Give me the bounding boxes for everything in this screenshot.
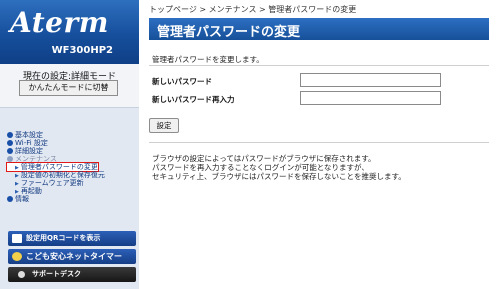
menu-label: 設定値の初期化と保存復元 bbox=[20, 171, 105, 179]
note-line: ブラウザの設定によってはパスワードがブラウザに保存されます。 bbox=[152, 154, 376, 163]
sidebar-menu: 基本設定 Wi-Fi 設定 詳細設定 メンテナンス ▶ 管理者パスワードの変更 ▶… bbox=[6, 131, 137, 203]
support-icon bbox=[18, 271, 25, 278]
support-desk-button-label: サポートデスク bbox=[32, 270, 81, 278]
menu-label: Wi-Fi 設定 bbox=[15, 139, 48, 147]
menu-item-wifi-settings[interactable]: Wi-Fi 設定 bbox=[7, 139, 137, 147]
menu-item-firmware-update[interactable]: ▶ ファームウェア更新 bbox=[7, 179, 137, 187]
menu-item-basic-settings[interactable]: 基本設定 bbox=[7, 131, 137, 139]
notes: ブラウザの設定によってはパスワードがブラウザに保存されます。 パスワードを再入力… bbox=[152, 154, 406, 181]
note-line: セキュリティ上、ブラウザにはパスワードを保存しないことを推奨します。 bbox=[152, 172, 406, 181]
breadcrumb: トップページ > メンテナンス > 管理者パスワードの変更 bbox=[149, 5, 357, 14]
set-button[interactable]: 設定 bbox=[149, 118, 179, 133]
divider bbox=[149, 65, 489, 66]
bullet-icon bbox=[7, 132, 13, 138]
brand-header: Aterm WF300HP2 bbox=[0, 0, 139, 64]
menu-label: 基本設定 bbox=[15, 131, 43, 139]
menu-item-admin-password[interactable]: ▶ 管理者パスワードの変更 bbox=[6, 162, 99, 172]
bullet-icon bbox=[7, 156, 13, 162]
bullet-icon bbox=[7, 148, 13, 154]
title-bar: 管理者パスワードの変更 bbox=[149, 18, 489, 40]
new-password-label: 新しいパスワード bbox=[152, 77, 212, 86]
menu-item-info[interactable]: 情報 bbox=[7, 195, 137, 203]
simple-mode-button[interactable]: かんたんモードに切替 bbox=[19, 80, 118, 96]
support-desk-button[interactable]: サポートデスク bbox=[8, 267, 136, 282]
menu-item-advanced-settings[interactable]: 詳細設定 bbox=[7, 147, 137, 155]
menu-label: 情報 bbox=[15, 195, 29, 203]
menu-label: 再起動 bbox=[20, 187, 42, 195]
menu-item-reset-restore[interactable]: ▶ 設定値の初期化と保存復元 bbox=[7, 171, 137, 179]
retype-password-input[interactable] bbox=[300, 91, 441, 105]
retype-password-label: 新しいパスワード再入力 bbox=[152, 95, 235, 104]
kids-timer-button[interactable]: こども安心ネットタイマー bbox=[8, 249, 136, 264]
menu-label: メンテナンス bbox=[15, 155, 57, 163]
bullet-icon bbox=[7, 140, 13, 146]
qr-code-button[interactable]: 設定用QRコードを表示 bbox=[8, 231, 136, 246]
menu-item-maintenance[interactable]: メンテナンス bbox=[7, 155, 137, 163]
menu-label: 管理者パスワードの変更 bbox=[20, 163, 98, 171]
page-description: 管理者パスワードを変更します。 bbox=[152, 55, 264, 64]
divider bbox=[149, 142, 489, 143]
sidebar: Aterm WF300HP2 現在の設定:詳細モード かんたんモードに切替 基本… bbox=[0, 0, 139, 289]
aterm-logo: Aterm bbox=[10, 6, 109, 39]
note-line: パスワードを再入力することなくログインが可能となりますが、 bbox=[152, 163, 369, 172]
timer-icon bbox=[12, 252, 22, 261]
kids-timer-button-label: こども安心ネットタイマー bbox=[26, 252, 122, 261]
page-title: 管理者パスワードの変更 bbox=[157, 25, 301, 40]
bullet-icon bbox=[7, 196, 13, 202]
new-password-input[interactable] bbox=[300, 73, 441, 87]
menu-label: ファームウェア更新 bbox=[20, 179, 84, 187]
qr-code-icon bbox=[12, 234, 22, 243]
model-name: WF300HP2 bbox=[51, 45, 113, 56]
menu-label: 詳細設定 bbox=[15, 147, 43, 155]
qr-code-button-label: 設定用QRコードを表示 bbox=[26, 234, 101, 242]
menu-item-reboot[interactable]: ▶ 再起動 bbox=[7, 187, 137, 195]
